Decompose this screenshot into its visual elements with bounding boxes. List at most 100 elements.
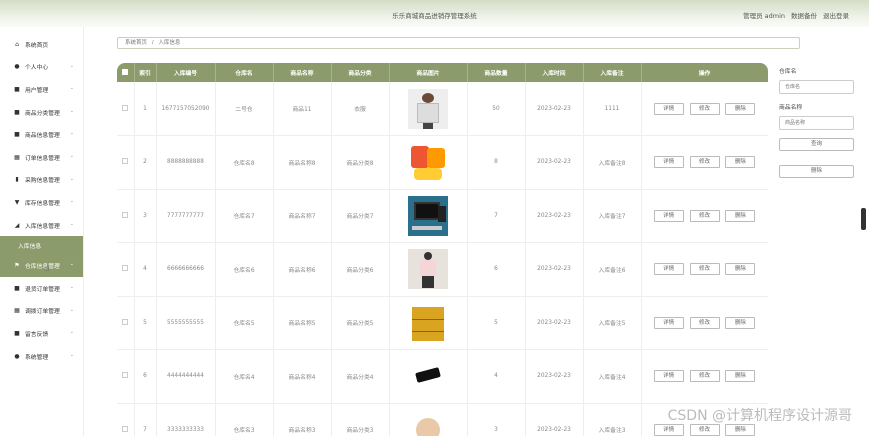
- header-select-all[interactable]: [117, 63, 135, 82]
- checkbox-icon[interactable]: [122, 158, 129, 165]
- detail-button[interactable]: 详情: [653, 263, 684, 276]
- cell-time: 2023-02-23: [525, 82, 584, 136]
- sidebar-item-4[interactable]: ■ 商品信息管理 ⌄: [0, 123, 83, 146]
- warehouse-label: 仓库名: [779, 69, 797, 75]
- batch-delete-button[interactable]: 删除: [779, 165, 854, 178]
- row-checkbox-cell[interactable]: [117, 349, 135, 404]
- breadcrumb-home[interactable]: 系统首页: [125, 40, 147, 46]
- sidebar-item-1[interactable]: ● 个人中心 ⌄: [0, 56, 83, 79]
- row-checkbox-cell[interactable]: [117, 82, 135, 136]
- column-header: 商品图片: [389, 63, 468, 82]
- chevron-down-icon: ⌄: [69, 220, 74, 227]
- cell-product-name: 商品名称7: [273, 189, 332, 243]
- sidebar-item-10[interactable]: ■ 退货订单管理 ⌄: [0, 277, 83, 300]
- checkbox-icon[interactable]: [122, 318, 129, 325]
- sidebar-item-11[interactable]: ▦ 调拨订单管理 ⌄: [0, 300, 83, 323]
- message-icon: ■: [14, 329, 20, 337]
- delete-button[interactable]: 删除: [725, 370, 756, 383]
- cell-category: 商品分类6: [331, 242, 390, 297]
- detail-button[interactable]: 详情: [653, 370, 684, 383]
- cell-actions: 详情 修改 删除: [641, 349, 768, 404]
- warehouse-input[interactable]: [779, 80, 854, 94]
- column-header: 索引: [134, 63, 157, 82]
- edit-button[interactable]: 修改: [689, 263, 720, 276]
- table-row: 6 4444444444 仓库名4 商品名称4 商品分类4 4 2023-02-…: [117, 349, 768, 404]
- sidebar-item-label: 订单信息管理: [25, 155, 60, 162]
- checkbox-icon[interactable]: [122, 211, 129, 218]
- product-image-monitor: [408, 195, 448, 236]
- cell-actions: 详情 修改 删除: [641, 189, 768, 243]
- row-checkbox-cell[interactable]: [117, 242, 135, 297]
- return-icon: ■: [14, 284, 20, 292]
- cell-category: 商品分类5: [331, 296, 390, 350]
- row-checkbox-cell[interactable]: [117, 296, 135, 350]
- product-image-camera: [408, 356, 448, 397]
- checkbox-icon[interactable]: [122, 425, 129, 432]
- product-image-beige: [408, 409, 448, 436]
- detail-button[interactable]: 详情: [653, 316, 684, 329]
- detail-button[interactable]: 详情: [653, 423, 684, 436]
- checkbox-icon[interactable]: [122, 104, 129, 111]
- checkbox-icon[interactable]: [122, 372, 129, 379]
- table-row: 2 8888888888 仓库名8 商品名称8 商品分类8 8 2023-02-…: [117, 135, 768, 190]
- checkbox-icon[interactable]: [122, 265, 129, 272]
- table-header: 索引 入库编号 仓库名 商品名称 商品分类 商品图片 商品数量 入库时间 入库备注 操作: [117, 63, 768, 82]
- sidebar-item-9[interactable]: ⚑ 仓库信息管理 ⌄: [0, 254, 83, 277]
- column-header: 入库编号: [156, 63, 216, 82]
- sidebar-item-7[interactable]: ▼ 库存信息管理 ⌄: [0, 191, 83, 214]
- product-name-input[interactable]: [779, 116, 854, 130]
- edit-button[interactable]: 修改: [689, 316, 720, 329]
- sidebar-item-5[interactable]: ▦ 订单信息管理 ⌄: [0, 146, 83, 169]
- chevron-down-icon: ⌄: [69, 351, 74, 358]
- query-button[interactable]: 查询: [779, 138, 854, 151]
- checkbox-icon[interactable]: [122, 68, 129, 75]
- cell-note: 1111: [583, 82, 642, 136]
- column-header: 操作: [641, 63, 768, 82]
- chevron-down-icon: ⌄: [69, 152, 74, 159]
- detail-button[interactable]: 详情: [653, 156, 684, 169]
- sidebar-item-12[interactable]: ■ 留言反馈 ⌄: [0, 322, 83, 345]
- purchase-icon: ▮: [15, 176, 19, 184]
- sidebar-item-label: 仓库信息管理: [25, 264, 60, 271]
- sidebar-item-6[interactable]: ▮ 采购信息管理 ⌄: [0, 169, 83, 192]
- category-icon: ■: [14, 108, 20, 116]
- delete-button[interactable]: 删除: [725, 209, 756, 222]
- delete-button[interactable]: 删除: [725, 423, 756, 436]
- sidebar: ⌂ 系统首页 ● 个人中心 ⌄ ■ 用户管理 ⌄ ■ 商品分类管理 ⌄ ■ 商品…: [0, 27, 84, 436]
- product-image-shirt: [408, 88, 448, 129]
- detail-button[interactable]: 详情: [653, 209, 684, 222]
- delete-button[interactable]: 删除: [725, 316, 756, 329]
- edit-button[interactable]: 修改: [689, 156, 720, 169]
- edit-button[interactable]: 修改: [689, 209, 720, 222]
- row-checkbox-cell[interactable]: [117, 403, 135, 436]
- sidebar-item-2[interactable]: ■ 用户管理 ⌄: [0, 78, 83, 101]
- sidebar-item-0[interactable]: ⌂ 系统首页: [0, 33, 83, 56]
- delete-button[interactable]: 删除: [725, 102, 756, 115]
- edit-button[interactable]: 修改: [689, 423, 720, 436]
- scrollbar-thumb[interactable]: [861, 208, 866, 230]
- row-checkbox-cell[interactable]: [117, 135, 135, 190]
- sidebar-subitem-inbound[interactable]: 入库信息: [0, 236, 83, 255]
- edit-button[interactable]: 修改: [689, 102, 720, 115]
- cell-image: [389, 135, 468, 190]
- detail-button[interactable]: 详情: [653, 102, 684, 115]
- sidebar-item-label: 采购信息管理: [25, 178, 60, 185]
- cell-qty: 4: [467, 349, 526, 404]
- cell-index: 5: [134, 296, 157, 350]
- delete-button[interactable]: 删除: [725, 156, 756, 169]
- logout-link[interactable]: 退出登录: [823, 10, 849, 20]
- sidebar-item-8[interactable]: ◢ 入库信息管理 ⌄: [0, 214, 83, 237]
- delete-button[interactable]: 删除: [725, 263, 756, 276]
- cell-index: 6: [134, 349, 157, 404]
- sidebar-item-3[interactable]: ■ 商品分类管理 ⌄: [0, 101, 83, 124]
- backup-link[interactable]: 数据备份: [791, 10, 817, 20]
- cell-inbound-no: 6666666666: [156, 242, 216, 297]
- product-icon: ■: [14, 131, 20, 139]
- cell-category: 商品分类8: [331, 135, 390, 190]
- sidebar-item-13[interactable]: ● 系统管理 ⌄: [0, 345, 83, 368]
- cell-warehouse: 仓库名3: [215, 403, 274, 436]
- row-checkbox-cell[interactable]: [117, 189, 135, 243]
- edit-button[interactable]: 修改: [689, 370, 720, 383]
- cell-note: 入库备注5: [583, 296, 642, 350]
- cell-note: 入库备注7: [583, 189, 642, 243]
